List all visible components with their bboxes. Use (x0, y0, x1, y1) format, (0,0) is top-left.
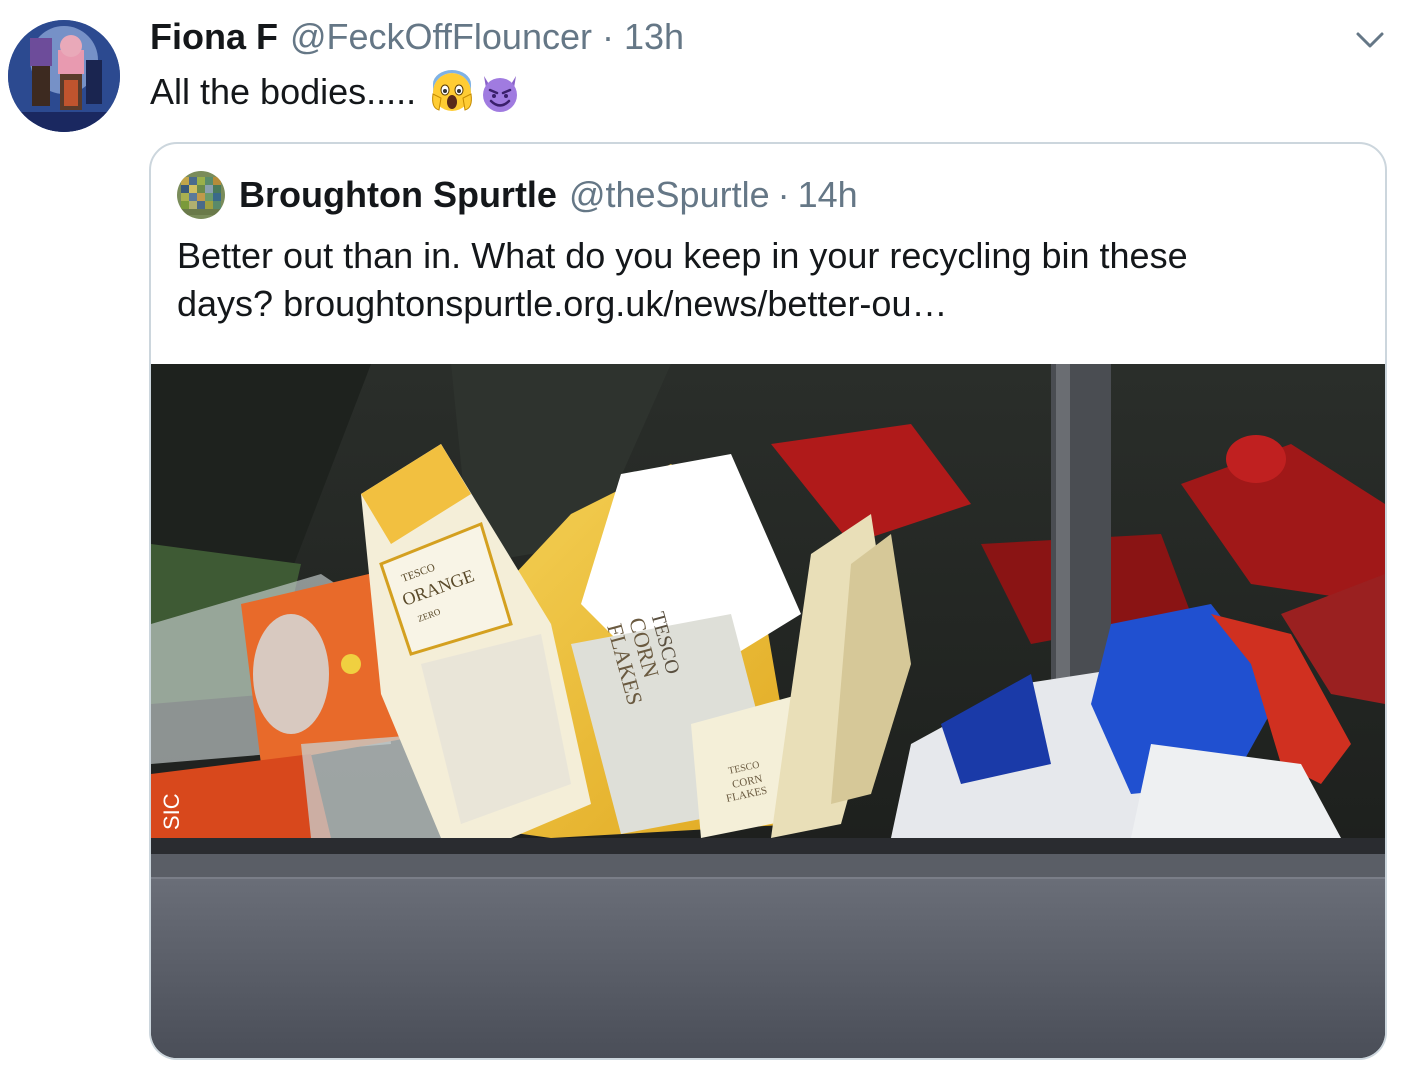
quoted-text-line-2-prefix: days? (177, 283, 284, 324)
separator-dot: · (601, 16, 614, 57)
author-name[interactable]: Fiona F (150, 16, 278, 58)
tweet-body: All the bodies..... (150, 71, 417, 112)
author-handle[interactable]: @FeckOffFlouncer (290, 16, 592, 58)
chevron-down-icon[interactable] (1352, 26, 1388, 54)
smiling-face-with-horns-icon (478, 70, 522, 114)
quoted-tweet[interactable]: Broughton Spurtle @theSpurtle · 14h Bett… (149, 142, 1387, 1060)
quoted-author-name[interactable]: Broughton Spurtle (239, 174, 557, 216)
quoted-author-avatar[interactable] (177, 171, 225, 219)
quoted-tweet-text: Better out than in. What do you keep in … (177, 232, 1347, 328)
quoted-tweet-photo[interactable]: SIC TESCO ORANGE ZERO TESCO CORN FLAKES … (151, 364, 1385, 1058)
tweet: Fiona F @FeckOffFlouncer · 13h All the b… (0, 0, 1406, 1082)
quoted-text-line-1: Better out than in. What do you keep in … (177, 235, 1188, 276)
quoted-author-handle[interactable]: @theSpurtle (569, 174, 770, 216)
tweet-timestamp[interactable]: 13h (624, 16, 684, 58)
quoted-separator-dot: · (777, 174, 790, 215)
tweet-text: All the bodies..... (150, 68, 522, 116)
author-avatar[interactable] (8, 20, 120, 132)
face-screaming-in-fear-icon (430, 70, 474, 114)
quoted-tweet-header: Broughton Spurtle @theSpurtle · 14h (177, 170, 858, 220)
quoted-tweet-timestamp[interactable]: 14h (798, 174, 858, 216)
quoted-text-line-2: days? broughtonspurtle.org.uk/news/bette… (177, 280, 1347, 328)
quoted-tweet-link[interactable]: broughtonspurtle.org.uk/news/better-ou… (283, 283, 947, 324)
bottle2-label: SIC (159, 793, 184, 830)
tweet-header: Fiona F @FeckOffFlouncer · 13h (150, 16, 684, 64)
